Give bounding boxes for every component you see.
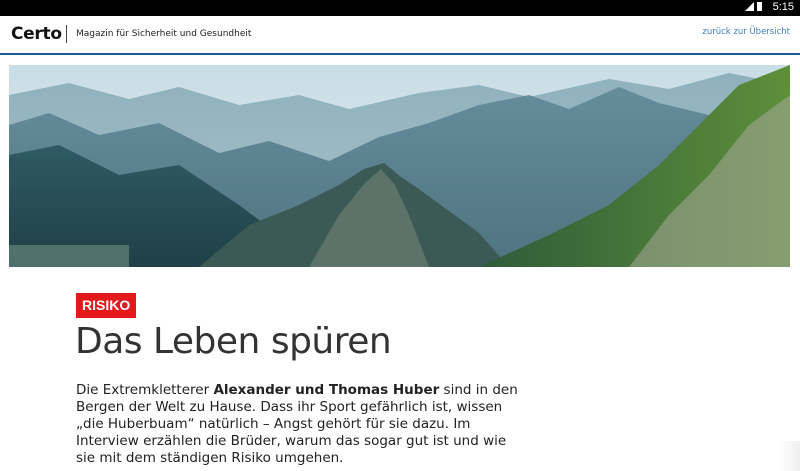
overscroll-edge bbox=[778, 441, 800, 471]
back-to-overview-link[interactable]: zurück zur Übersicht bbox=[702, 27, 790, 37]
header-rule bbox=[0, 53, 800, 55]
battery-icon bbox=[757, 2, 762, 11]
status-bar: 5:15 bbox=[0, 0, 800, 16]
app-header: Certo Magazin für Sicherheit und Gesundh… bbox=[0, 16, 800, 54]
article-lead: Die Extremkletterer Alexander und Thomas… bbox=[76, 382, 526, 467]
status-time: 5:15 bbox=[772, 1, 794, 13]
hero-image bbox=[9, 65, 790, 267]
header-divider bbox=[66, 25, 67, 43]
lead-text-start: Die Extremkletterer bbox=[76, 382, 214, 398]
status-icons bbox=[745, 2, 762, 11]
article-title: Das Leben spüren bbox=[75, 321, 392, 362]
logo[interactable]: Certo bbox=[11, 24, 62, 44]
mountain-landscape-image bbox=[9, 65, 790, 267]
signal-icon bbox=[745, 2, 754, 11]
lead-text-names: Alexander und Thomas Huber bbox=[213, 382, 440, 398]
tagline: Magazin für Sicherheit und Gesundheit bbox=[76, 29, 252, 39]
category-badge: RISIKO bbox=[76, 293, 137, 318]
